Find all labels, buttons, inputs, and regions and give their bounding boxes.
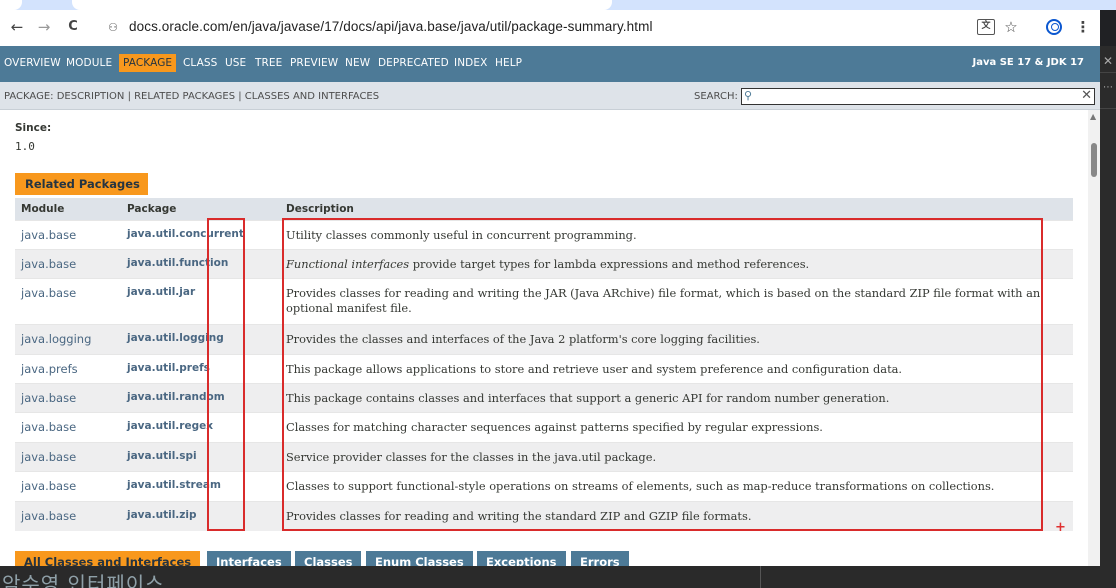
search-icon: ⚲ [744, 89, 753, 102]
since-value: 1.0 [15, 140, 35, 153]
reload-icon[interactable]: C [62, 16, 84, 38]
annotation-box-packages [207, 218, 245, 531]
annotation-plus: + [1055, 520, 1066, 535]
browser-tab[interactable] [0, 0, 22, 10]
nav-overview[interactable]: OVERVIEW [4, 57, 61, 69]
module-link[interactable]: java.logging [21, 332, 91, 346]
nav-tree[interactable]: TREE [255, 57, 282, 69]
background-window-strip: 암수영 인터페이스 [0, 566, 1100, 588]
url-text[interactable]: docs.oracle.com/en/java/javase/17/docs/a… [129, 19, 653, 34]
search-label: SEARCH: [694, 91, 738, 102]
package-header: Package [127, 203, 177, 215]
module-link[interactable]: java.base [21, 391, 76, 405]
module-link[interactable]: java.base [21, 450, 76, 464]
related-packages-caption: Related Packages [15, 173, 148, 195]
close-icon[interactable]: ✕ [1103, 54, 1113, 68]
since-label: Since: [15, 122, 52, 134]
nav-package: PACKAGE [119, 54, 177, 72]
browser-tab-active[interactable] [72, 0, 612, 10]
sub-nav: PACKAGE: DESCRIPTION | RELATED PACKAGES … [0, 82, 1100, 110]
module-header: Module [21, 203, 65, 215]
module-link[interactable]: java.base [21, 420, 76, 434]
top-nav: OVERVIEW MODULE PACKAGE CLASS USE TREE P… [0, 46, 1100, 82]
nav-deprecated[interactable]: DEPRECATED [378, 57, 449, 69]
site-info-icon[interactable]: ⚇ [106, 21, 120, 35]
module-link[interactable]: java.base [21, 479, 76, 493]
package-link[interactable]: java.util.spi [127, 450, 197, 462]
module-link[interactable]: java.base [21, 257, 76, 271]
menu-kebab-icon[interactable]: ⋮ [1072, 16, 1094, 38]
search-input[interactable]: ⚲ ✕ [741, 88, 1095, 105]
tab-strip [0, 0, 1116, 10]
nav-index[interactable]: INDEX [454, 57, 487, 69]
main-content: Since: 1.0 Related Packages Module Packa… [0, 110, 1088, 588]
annotation-box-descriptions [282, 218, 1043, 531]
nav-help[interactable]: HELP [495, 57, 522, 69]
module-link[interactable]: java.base [21, 509, 76, 523]
table-header: Module Package Description [15, 198, 1073, 220]
scroll-thumb[interactable] [1091, 143, 1097, 177]
forward-arrow-icon[interactable]: → [33, 16, 55, 38]
back-arrow-icon[interactable]: ← [6, 16, 28, 38]
package-link[interactable]: java.util.zip [127, 509, 197, 521]
vertical-scrollbar[interactable]: ▲ ▼ [1088, 110, 1100, 588]
divider [1100, 72, 1116, 73]
address-bar[interactable]: ⚇ docs.oracle.com/en/java/javase/17/docs… [96, 14, 956, 42]
nav-class[interactable]: CLASS [183, 57, 217, 69]
profile-icon[interactable] [1046, 19, 1062, 35]
bookmark-star-icon[interactable]: ☆ [1000, 16, 1022, 38]
package-link[interactable]: java.util.regex [127, 420, 213, 432]
clear-search-icon[interactable]: ✕ [1081, 88, 1092, 104]
module-link[interactable]: java.base [21, 228, 76, 242]
side-panel: ✕ ⋯ [1100, 46, 1116, 588]
translate-icon[interactable]: 文 [977, 19, 995, 35]
description-header: Description [286, 203, 354, 215]
sub-nav-links[interactable]: PACKAGE: DESCRIPTION | RELATED PACKAGES … [4, 91, 379, 102]
package-link[interactable]: java.util.prefs [127, 362, 210, 374]
about-language: Java SE 17 & JDK 17 [972, 57, 1085, 68]
nav-use[interactable]: USE [225, 57, 246, 69]
nav-new[interactable]: NEW [345, 57, 370, 69]
overlay-text: 암수영 인터페이스 [2, 572, 165, 588]
module-link[interactable]: java.prefs [21, 362, 78, 376]
module-link[interactable]: java.base [21, 286, 76, 300]
package-link[interactable]: java.util.jar [127, 286, 195, 298]
divider [1100, 108, 1116, 109]
scroll-up-icon[interactable]: ▲ [1090, 112, 1096, 121]
nav-preview[interactable]: PREVIEW [290, 57, 338, 69]
nav-module[interactable]: MODULE [66, 57, 112, 69]
browser-toolbar: ← → C ⚇ docs.oracle.com/en/java/javase/1… [0, 10, 1100, 46]
more-icon[interactable]: ⋯ [1103, 82, 1113, 93]
divider [760, 566, 761, 588]
